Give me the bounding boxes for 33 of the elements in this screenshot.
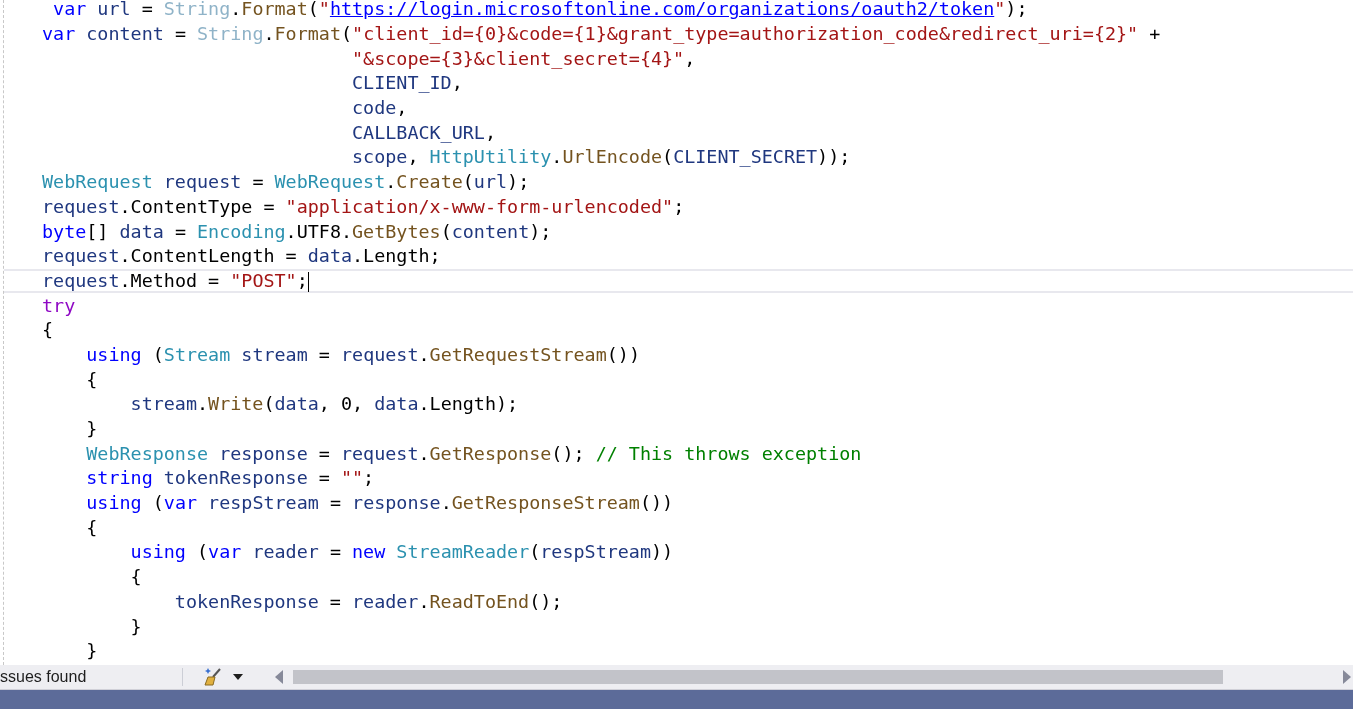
code-line: } [86,418,98,441]
code-line: "&scope={3}&client_secret={4}", [352,47,696,70]
code-line: { [86,368,98,391]
code-line: var url = String.Format("https://login.microsoftonline.com/organizations/oauth2/token"); [53,0,1028,21]
code-line: using (var reader = new StreamReader(respStream)) [130,541,674,564]
code-line: scope, HttpUtility.UrlEncode(CLIENT_SECRET)); [352,146,851,169]
code-line: using (var respStream = response.GetResponseStream()) [86,492,674,515]
code-editor[interactable] [3,0,1353,665]
code-line: } [130,615,142,638]
code-line: byte[] data = Encoding.UTF8.GetBytes(content); [42,220,552,243]
url-link[interactable]: https://login.microsoftonline.com/organizations/oauth2/token [329,0,995,20]
code-line: WebRequest request = WebRequest.Create(url); [42,171,530,194]
code-line: { [130,566,142,589]
code-line: request.ContentType = "application/x-www-form-urlencoded"; [42,195,685,218]
code-line: { [42,319,54,342]
code-line: string tokenResponse = ""; [86,467,375,490]
code-line: request.Method = "POST"; [42,269,310,292]
code-line: stream.Write(data, 0, data.Length); [130,393,519,416]
code-line: using (Stream stream = request.GetRequestStream()) [86,343,640,366]
code-line: code, [352,97,408,120]
code-line: WebResponse response = request.GetResponse(); // This throws exception [86,442,862,465]
code-line: CALLBACK_URL, [352,121,496,144]
code-line: tokenResponse = reader.ReadToEnd(); [174,590,563,613]
code-line: } [86,640,98,663]
code-line: CLIENT_ID, [352,72,463,95]
code-line: { [86,516,98,539]
code-line: try [42,294,76,317]
scroll-left-icon[interactable] [273,670,283,684]
scroll-right-icon[interactable] [1343,670,1353,684]
caret-icon [233,674,243,680]
code-line: var content = String.Format("client_id={0}&code={1}&grant_type=authorization_code&redirect_uri={2}" + [42,23,1161,46]
code-line: request.ContentLength = data.Length; [42,245,441,268]
issues-status: ssues found [0,668,88,686]
